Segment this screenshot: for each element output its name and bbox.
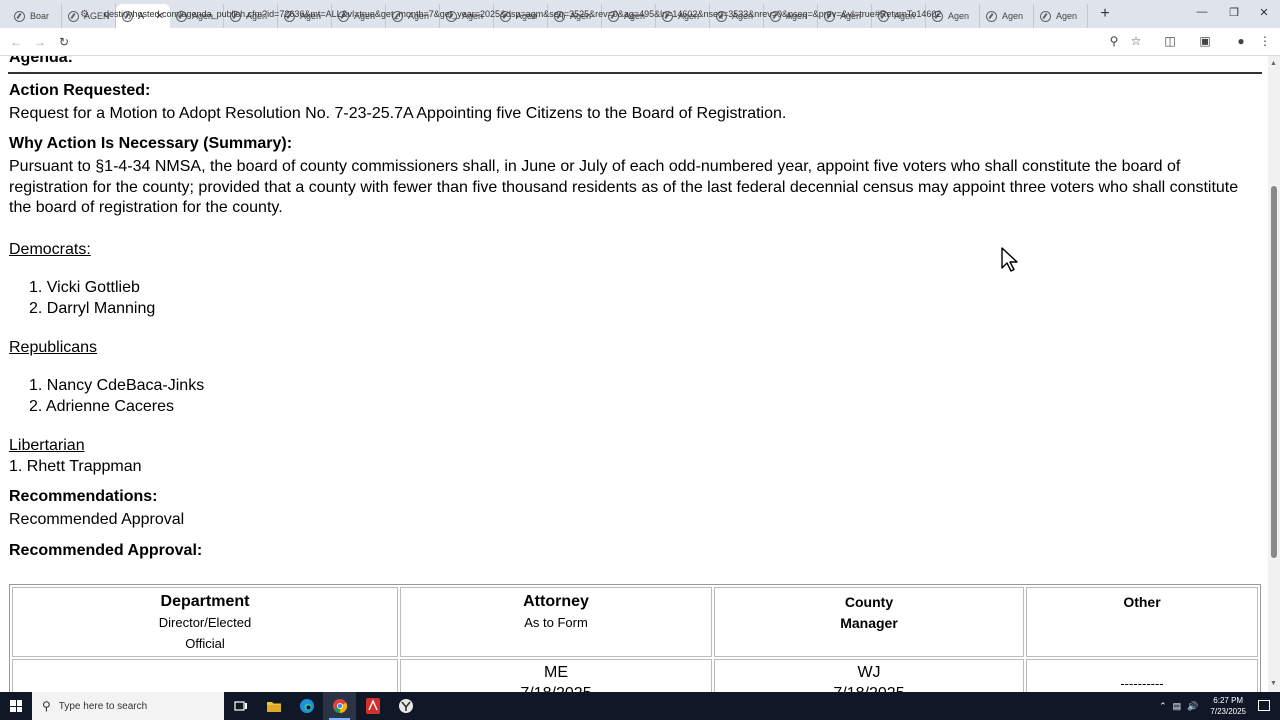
county-manager-cell: WJ 7/18/2025 bbox=[714, 659, 1024, 692]
taskbar-search[interactable]: ⚲ Type here to search bbox=[32, 692, 224, 720]
recommended-approval-heading: Recommended Approval: bbox=[9, 542, 203, 559]
taskbar-clock[interactable]: 6:27 PM 7/23/2025 bbox=[1210, 695, 1246, 717]
forward-icon[interactable]: → bbox=[28, 35, 52, 49]
browser-toolbar: ← → ↻ bbox=[0, 28, 1280, 56]
recommendations-heading: Recommendations: bbox=[9, 488, 158, 505]
windows-taskbar: ⚲ Type here to search ⌃ ▤ 🔊 6:27 PM 7/23… bbox=[0, 692, 1280, 720]
scroll-up-icon[interactable]: ▲ bbox=[1270, 60, 1277, 67]
why-action-heading: Why Action Is Necessary (Summary): bbox=[9, 135, 293, 152]
department-cell bbox=[12, 659, 398, 692]
divider bbox=[8, 72, 1262, 74]
network-icon[interactable]: ▤ bbox=[1173, 701, 1182, 712]
extensions-icon[interactable]: ◫ bbox=[1162, 34, 1178, 48]
file-explorer-icon[interactable] bbox=[257, 692, 290, 720]
notification-icon[interactable] bbox=[1258, 700, 1270, 711]
back-icon[interactable]: ← bbox=[4, 35, 28, 49]
volume-icon[interactable]: 🔊 bbox=[1187, 701, 1198, 712]
agenda-heading-partial: Agenda: bbox=[9, 56, 73, 66]
profile-icon[interactable]: ● bbox=[1233, 34, 1249, 48]
windows-logo-icon bbox=[10, 700, 22, 712]
department-header: Department Director/Elected Official bbox=[12, 587, 398, 657]
scroll-thumb[interactable] bbox=[1271, 186, 1277, 558]
chrome-icon[interactable] bbox=[323, 692, 356, 720]
attorney-header: Attorney As to Form bbox=[400, 587, 712, 657]
address-bar[interactable]: ⚙ destinyhosted.com/agenda_publish.cfm?i… bbox=[80, 4, 1200, 24]
site-info-icon[interactable]: ⚙ bbox=[80, 9, 94, 20]
list-item: 1. Vicki Gottlieb bbox=[29, 279, 140, 296]
bookmark-star-icon[interactable]: ☆ bbox=[1128, 34, 1144, 48]
globe-icon bbox=[14, 10, 25, 22]
list-item: 1. Nancy CdeBaca-Jinks bbox=[29, 377, 205, 394]
agenda-page: Agenda: Action Requested: Request for a … bbox=[0, 56, 1268, 692]
page-scrollbar[interactable]: ▲ ▼ bbox=[1268, 56, 1280, 692]
edge-icon[interactable] bbox=[290, 692, 323, 720]
list-item: 2. Adrienne Caceres bbox=[29, 398, 174, 415]
browser-tab[interactable]: Boar bbox=[8, 4, 62, 28]
reload-icon[interactable]: ↻ bbox=[52, 35, 76, 49]
close-window-icon[interactable]: ✕ bbox=[1254, 6, 1274, 19]
county-manager-header: County Manager bbox=[714, 587, 1024, 657]
zoom-icon[interactable]: ⚲ bbox=[1106, 34, 1122, 48]
restore-icon[interactable]: ❐ bbox=[1224, 6, 1244, 19]
list-item: 2. Darryl Manning bbox=[29, 300, 156, 317]
chevron-up-icon[interactable]: ⌃ bbox=[1159, 701, 1167, 712]
scroll-down-icon[interactable]: ▼ bbox=[1270, 680, 1277, 687]
democrats-heading: Democrats: bbox=[9, 241, 91, 258]
acrobat-icon[interactable] bbox=[356, 692, 389, 720]
other-header: Other bbox=[1026, 587, 1258, 657]
mouse-cursor-icon bbox=[1001, 247, 1018, 272]
globe-icon bbox=[68, 10, 79, 22]
action-requested-text: Request for a Motion to Adopt Resolution… bbox=[9, 105, 787, 122]
attorney-cell: ME 7/18/2025 bbox=[400, 659, 712, 692]
list-item: 1. Rhett Trappman bbox=[9, 458, 142, 475]
start-button[interactable] bbox=[0, 692, 32, 720]
libertarian-heading: Libertarian bbox=[9, 437, 85, 454]
search-placeholder: Type here to search bbox=[58, 700, 148, 712]
other-cell: ---------- bbox=[1026, 659, 1258, 692]
table-header-row: Department Director/Elected Official Att… bbox=[12, 587, 1258, 657]
action-requested-heading: Action Requested: bbox=[9, 82, 151, 99]
why-action-text: Pursuant to §1-4-34 NMSA, the board of c… bbox=[9, 158, 1239, 216]
url-text: destinyhosted.com/agenda_publish.cfm?id=… bbox=[104, 9, 942, 19]
republicans-heading: Republicans bbox=[9, 339, 98, 356]
recommendations-text: Recommended Approval bbox=[9, 511, 185, 528]
app-icon[interactable] bbox=[389, 692, 422, 720]
menu-icon[interactable]: ⋮ bbox=[1257, 34, 1273, 48]
system-tray: ⌃ ▤ 🔊 6:27 PM 7/23/2025 bbox=[1159, 692, 1246, 720]
task-view-icon[interactable] bbox=[224, 692, 257, 720]
approval-table: Department Director/Elected Official Att… bbox=[9, 584, 1261, 692]
table-row: ME 7/18/2025 WJ 7/18/2025 ---------- bbox=[12, 659, 1258, 692]
search-icon: ⚲ bbox=[42, 699, 51, 713]
tab-label: Boar bbox=[30, 11, 50, 21]
side-panel-icon[interactable]: ▣ bbox=[1197, 34, 1213, 48]
